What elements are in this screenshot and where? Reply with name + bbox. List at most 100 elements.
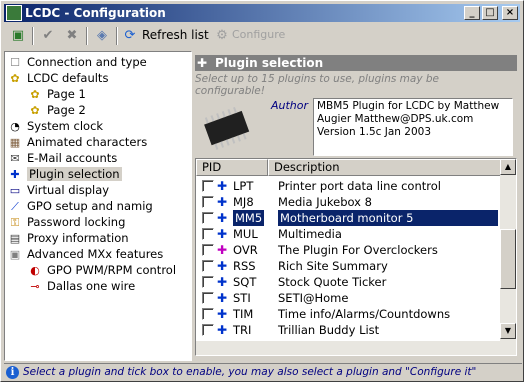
puzzle-icon: ✚: [217, 211, 228, 225]
status-text: Select a plugin and tick box to enable, …: [23, 366, 477, 378]
clock-icon: ◔: [10, 119, 20, 133]
minimize-button[interactable]: _: [464, 6, 480, 20]
tree-item-lcdc-defaults[interactable]: ✿ LCDC defaults: [7, 70, 108, 86]
chip-icon: [204, 106, 250, 150]
scroll-down-button[interactable]: ▼: [500, 323, 516, 339]
list-header: PID Description: [196, 159, 501, 176]
tree-item-advanced-features[interactable]: ▣ Advanced MXx features: [7, 246, 163, 262]
cancel-icon[interactable]: ✖: [62, 26, 82, 46]
wire-icon: ⊸: [30, 279, 40, 293]
status-bar: i Select a plugin and tick box to enable…: [4, 363, 522, 380]
enable-checkbox[interactable]: [202, 228, 214, 240]
configuration-window: LCDC - Configuration _ □ × ▣ ✔ ✖ ◈ ⟳ Ref…: [0, 0, 524, 382]
enable-checkbox[interactable]: [202, 180, 214, 192]
tree-item-page-2[interactable]: ✿ Page 2: [27, 102, 85, 118]
tree-item-gpo-pwm[interactable]: ◐ GPO PWM/RPM control: [27, 262, 176, 278]
gear-icon: ✿: [30, 87, 40, 101]
enable-checkbox[interactable]: [202, 244, 214, 256]
author-textbox[interactable]: MBM5 Plugin for LCDC by Matthew Augier M…: [313, 98, 513, 156]
eraser-icon[interactable]: ◈: [92, 26, 112, 46]
puzzle-icon: ✚: [217, 323, 228, 337]
puzzle-icon: ✚: [217, 195, 228, 209]
plugin-panel: ✚ Plugin selection Select up to 15 plugi…: [195, 51, 522, 361]
rpm-icon: ◐: [30, 263, 40, 277]
list-item-selected[interactable]: ✚ MM5 Motherboard monitor 5: [196, 210, 501, 226]
configure-button[interactable]: Configure: [232, 28, 285, 41]
tree-item-system-clock[interactable]: ◔ System clock: [7, 118, 103, 134]
enable-checkbox[interactable]: [202, 196, 214, 208]
refresh-icon[interactable]: ⟳: [120, 26, 140, 46]
puzzle-icon: ✚: [217, 275, 228, 289]
list-item[interactable]: ✚ RSS Rich Site Summary: [196, 258, 501, 274]
info-icon: i: [6, 366, 19, 379]
puzzle-icon: ✚: [10, 167, 20, 181]
column-header-pid[interactable]: PID: [196, 159, 268, 176]
toolbar: ▣ ✔ ✖ ◈ ⟳ Refresh list ⚙ Configure: [4, 24, 520, 48]
tree-item-animated-characters[interactable]: ▦ Animated characters: [7, 134, 147, 150]
connection-icon: ☐: [10, 55, 20, 69]
list-item[interactable]: ✚ TIM Time info/Alarms/Countdowns: [196, 306, 501, 322]
tree-item-proxy-information[interactable]: ▤ Proxy information: [7, 230, 129, 246]
tree-item-virtual-display[interactable]: ▭ Virtual display: [7, 182, 109, 198]
document-icon: ▤: [9, 231, 21, 245]
puzzle-icon: ✚: [217, 227, 228, 241]
enable-checkbox[interactable]: [202, 212, 214, 224]
enable-checkbox[interactable]: [202, 324, 214, 336]
window-title: LCDC - Configuration: [25, 6, 166, 20]
close-button[interactable]: ×: [502, 6, 518, 20]
enable-checkbox[interactable]: [202, 292, 214, 304]
maximize-button[interactable]: □: [482, 6, 498, 20]
refresh-list-button[interactable]: Refresh list: [142, 28, 209, 42]
gear-icon: ✿: [10, 71, 20, 85]
list-item[interactable]: ✚ STI SETI@Home: [196, 290, 501, 306]
enable-checkbox[interactable]: [202, 260, 214, 272]
puzzle-icon: ✚: [217, 307, 228, 321]
tree-item-plugin-selection[interactable]: ✚ Plugin selection: [7, 166, 122, 182]
toolbar-separator: [86, 27, 88, 45]
list-item[interactable]: ✚ OVR The Plugin For Overclockers: [196, 242, 501, 258]
lock-icon: ⚿: [10, 215, 20, 229]
display-icon: ▭: [9, 183, 21, 197]
title-bar[interactable]: LCDC - Configuration _ □ ×: [4, 4, 520, 22]
list-item[interactable]: ✚ MUL Multimedia: [196, 226, 501, 242]
configure-icon[interactable]: ⚙: [212, 26, 232, 46]
list-item[interactable]: ✚ SQT Stock Quote Ticker: [196, 274, 501, 290]
save-icon[interactable]: ▣: [8, 26, 28, 46]
plugin-list[interactable]: PID Description ✚ LPT Printer port data li…: [195, 158, 517, 356]
chip-icon: ▣: [9, 247, 21, 261]
film-icon: ▦: [9, 135, 21, 149]
horizontal-scrollbar[interactable]: [196, 341, 501, 355]
enable-checkbox[interactable]: [202, 308, 214, 320]
scroll-thumb[interactable]: [500, 229, 516, 289]
tree-item-connection[interactable]: ☐ Connection and type: [7, 54, 147, 70]
apply-icon[interactable]: ✔: [38, 26, 58, 46]
toolbar-separator: [116, 27, 118, 45]
vertical-scrollbar[interactable]: ▲ ▼: [500, 159, 516, 355]
list-item[interactable]: ✚ TRI Trillian Buddy List: [196, 322, 501, 338]
tree-item-page-1[interactable]: ✿ Page 1: [27, 86, 85, 102]
gear-icon: ✿: [30, 103, 40, 117]
tree-item-gpo-setup[interactable]: ⟋ GPO setup and namig: [7, 198, 153, 214]
app-icon: [6, 5, 22, 21]
tree-item-password-locking[interactable]: ⚿ Password locking: [7, 214, 126, 230]
tree-item-dallas-one-wire[interactable]: ⊸ Dallas one wire: [27, 278, 135, 294]
puzzle-icon: ✚: [217, 179, 228, 193]
list-item[interactable]: ✚ MJ8 Media Jukebox 8: [196, 194, 501, 210]
wand-icon: ⟋: [11, 199, 19, 213]
puzzle-icon: ✚: [197, 56, 208, 70]
puzzle-icon: ✚: [217, 259, 228, 273]
author-label: Author: [271, 99, 309, 112]
panel-subtitle: Select up to 15 plugins to use, plugins …: [195, 73, 440, 97]
panel-title: Plugin selection: [215, 56, 324, 70]
scroll-up-button[interactable]: ▲: [500, 159, 516, 175]
column-header-description[interactable]: Description: [268, 159, 501, 176]
tree-item-email-accounts[interactable]: ✉ E-Mail accounts: [7, 150, 117, 166]
mail-icon: ✉: [10, 151, 20, 165]
list-item[interactable]: ✚ LPT Printer port data line control: [196, 178, 501, 194]
settings-tree: ☐ Connection and type ✿ LCDC defaults ✿ Pag…: [4, 51, 192, 361]
puzzle-icon: ✚: [217, 291, 228, 305]
enable-checkbox[interactable]: [202, 276, 214, 288]
toolbar-separator: [32, 27, 34, 45]
puzzle-icon: ✚: [217, 243, 228, 257]
panel-header: ✚ Plugin selection: [195, 55, 517, 71]
